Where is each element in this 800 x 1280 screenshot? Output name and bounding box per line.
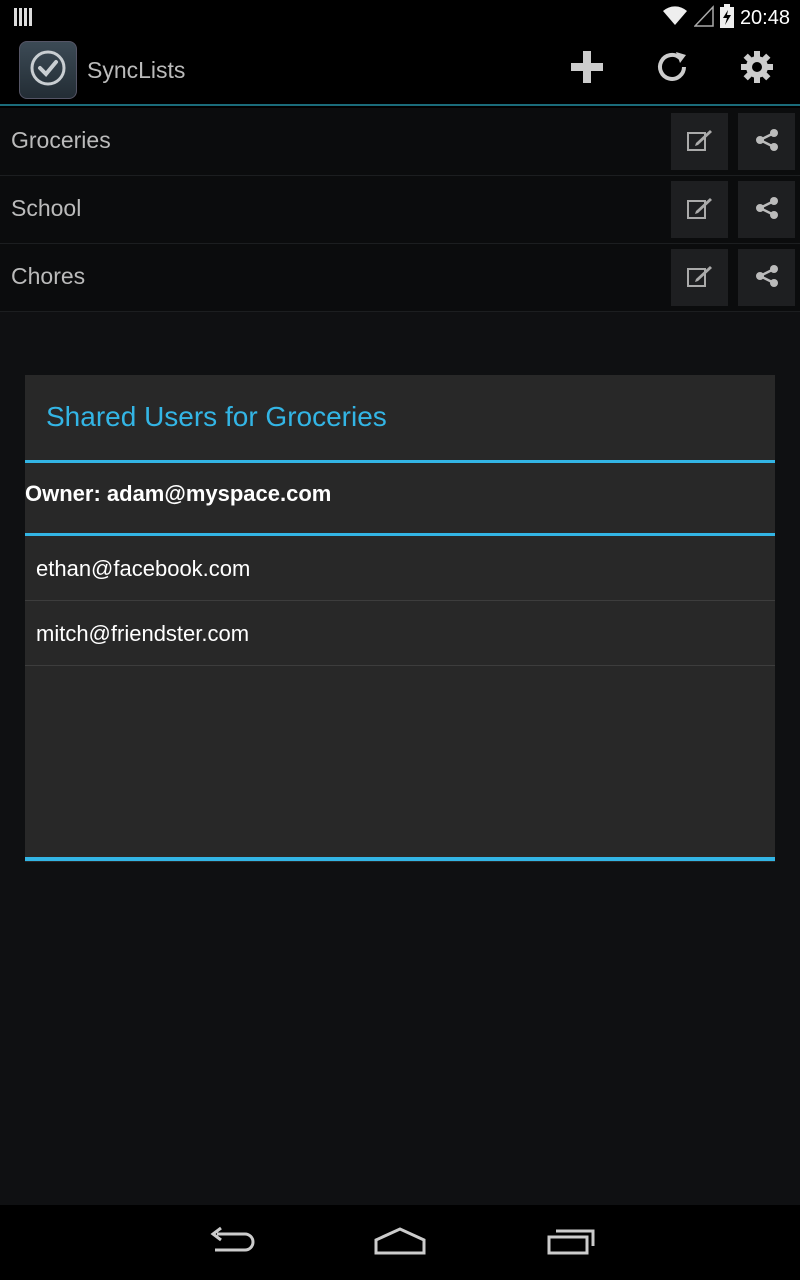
share-icon	[755, 264, 779, 292]
settings-button[interactable]	[737, 49, 777, 89]
share-icon	[755, 196, 779, 224]
share-list-button[interactable]	[738, 181, 795, 238]
action-bar: SyncLists	[0, 33, 800, 106]
share-list-button[interactable]	[738, 113, 795, 170]
list-item-label: Groceries	[11, 127, 111, 153]
app-title: SyncLists	[87, 57, 186, 83]
shared-users-dialog: Shared Users for Groceries Owner: adam@m…	[25, 375, 775, 862]
home-button[interactable]	[370, 1223, 430, 1263]
wifi-icon	[662, 5, 688, 31]
home-icon	[373, 1226, 427, 1260]
list-item-label: Chores	[11, 263, 86, 289]
list-item[interactable]: School	[0, 176, 800, 244]
dialog-bottom-divider	[25, 857, 775, 861]
app-icon[interactable]	[19, 41, 77, 99]
recents-button[interactable]	[541, 1223, 601, 1263]
edit-icon	[686, 265, 713, 291]
notification-bars-icon	[14, 8, 32, 30]
owner-label: Owner: adam@myspace.com	[25, 481, 332, 506]
status-time: 20:48	[739, 6, 790, 29]
navigation-bar	[0, 1205, 800, 1280]
refresh-icon	[654, 49, 690, 89]
share-list-button[interactable]	[738, 249, 795, 306]
recents-icon	[546, 1226, 596, 1260]
edit-list-button[interactable]	[671, 113, 728, 170]
dialog-title: Shared Users for Groceries	[46, 401, 387, 432]
back-button[interactable]	[200, 1223, 260, 1263]
add-icon	[569, 49, 605, 89]
checkmark-icon	[28, 48, 68, 92]
shared-users-list: ethan@facebook.com mitch@friendster.com	[25, 536, 775, 666]
edit-list-button[interactable]	[671, 249, 728, 306]
shared-user-email: mitch@friendster.com	[36, 621, 250, 646]
list-item-label: School	[11, 195, 82, 221]
shared-user-item[interactable]: mitch@friendster.com	[25, 601, 775, 666]
list-item[interactable]: Chores	[0, 244, 800, 312]
refresh-button[interactable]	[652, 49, 692, 89]
shared-user-email: ethan@facebook.com	[36, 556, 251, 581]
status-bar: 20:48	[0, 0, 800, 33]
title-divider	[25, 460, 775, 463]
add-list-button[interactable]	[567, 49, 607, 89]
edit-icon	[686, 129, 713, 155]
lists: Groceries School Chores	[0, 108, 800, 312]
edit-icon	[686, 197, 713, 223]
back-icon	[205, 1226, 255, 1260]
share-icon	[755, 128, 779, 156]
shared-user-item[interactable]: ethan@facebook.com	[25, 536, 775, 601]
edit-list-button[interactable]	[671, 181, 728, 238]
settings-icon	[739, 49, 775, 89]
list-item[interactable]: Groceries	[0, 108, 800, 176]
cell-signal-icon	[693, 5, 714, 31]
battery-charging-icon	[719, 4, 734, 32]
